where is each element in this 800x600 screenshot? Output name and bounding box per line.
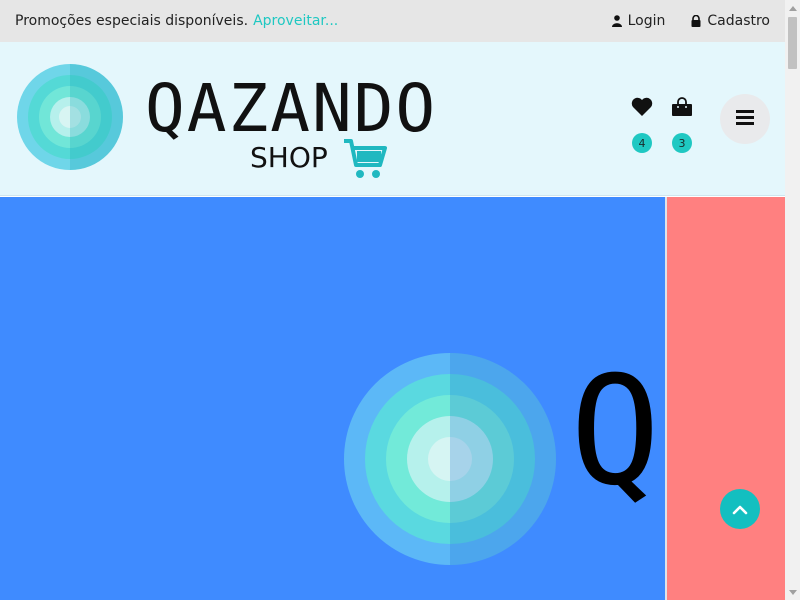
- brand-name: QAZANDO: [145, 70, 438, 147]
- top-bar: Promoções especiais disponíveis. Aprovei…: [0, 0, 785, 42]
- banner-next-slide[interactable]: [667, 197, 785, 600]
- promo-link[interactable]: Aproveitar...: [253, 13, 338, 29]
- scroll-thumb[interactable]: [788, 17, 797, 69]
- user-icon: [611, 15, 622, 27]
- cart-count-badge: 3: [672, 133, 692, 153]
- site-header: QAZANDO SHOP 4 3: [0, 42, 785, 196]
- vertical-scrollbar[interactable]: [785, 0, 800, 600]
- brand-sub: SHOP: [250, 141, 328, 174]
- brand-logo[interactable]: QAZANDO SHOP: [15, 62, 435, 184]
- banner-logo-circle-icon: [344, 353, 556, 565]
- chevron-up-icon: [732, 500, 748, 519]
- logo-circle-icon: [17, 64, 123, 170]
- login-label: Login: [627, 13, 666, 29]
- signup-link[interactable]: Cadastro: [691, 13, 770, 29]
- lock-icon: [691, 15, 701, 27]
- account-links: Login Cadastro: [611, 13, 770, 29]
- signup-label: Cadastro: [707, 13, 770, 29]
- wishlist-count-badge: 4: [632, 133, 652, 153]
- cart-logo-icon: [344, 139, 387, 178]
- scroll-up-arrow-icon[interactable]: [785, 0, 800, 15]
- back-to-top-button[interactable]: [720, 489, 760, 529]
- cart-button[interactable]: 3: [662, 97, 702, 153]
- login-link[interactable]: Login: [611, 13, 666, 29]
- hamburger-menu-icon: [736, 109, 754, 129]
- hero-banner[interactable]: Qa: [0, 197, 665, 600]
- banner-brand-text: Qa: [570, 345, 665, 519]
- menu-button[interactable]: [720, 94, 770, 144]
- wishlist-button[interactable]: 4: [622, 97, 662, 153]
- promo-text: Promoções especiais disponíveis.: [15, 13, 249, 29]
- header-actions: 4 3: [622, 94, 770, 153]
- scroll-down-arrow-icon[interactable]: [785, 585, 800, 600]
